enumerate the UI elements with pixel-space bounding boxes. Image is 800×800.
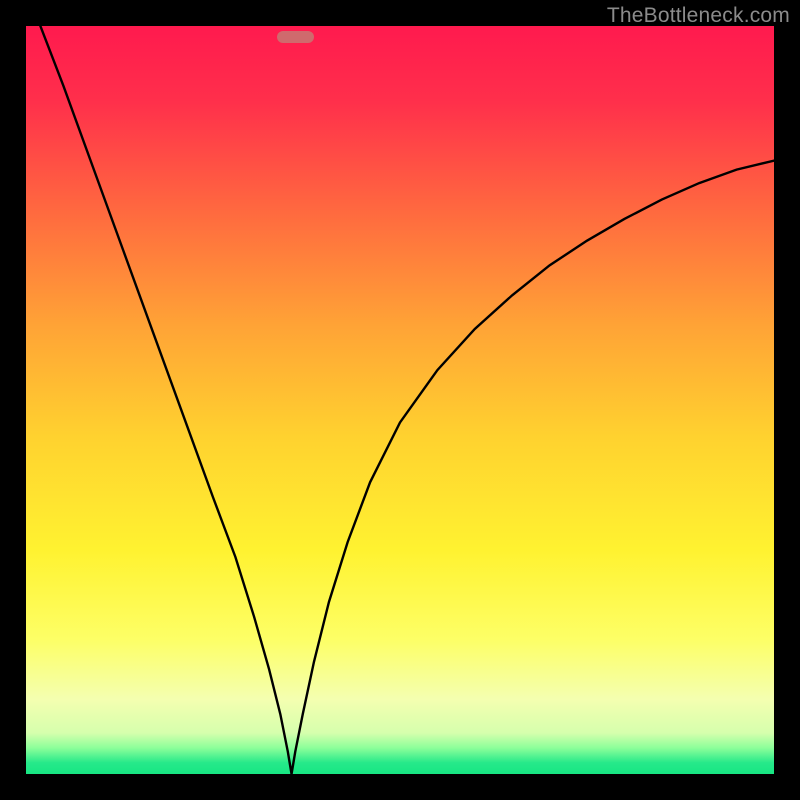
bottleneck-curve <box>26 26 774 774</box>
plot-area <box>26 26 774 774</box>
outer-frame: TheBottleneck.com <box>0 0 800 800</box>
watermark-text: TheBottleneck.com <box>607 4 790 28</box>
optimum-marker <box>277 31 314 43</box>
